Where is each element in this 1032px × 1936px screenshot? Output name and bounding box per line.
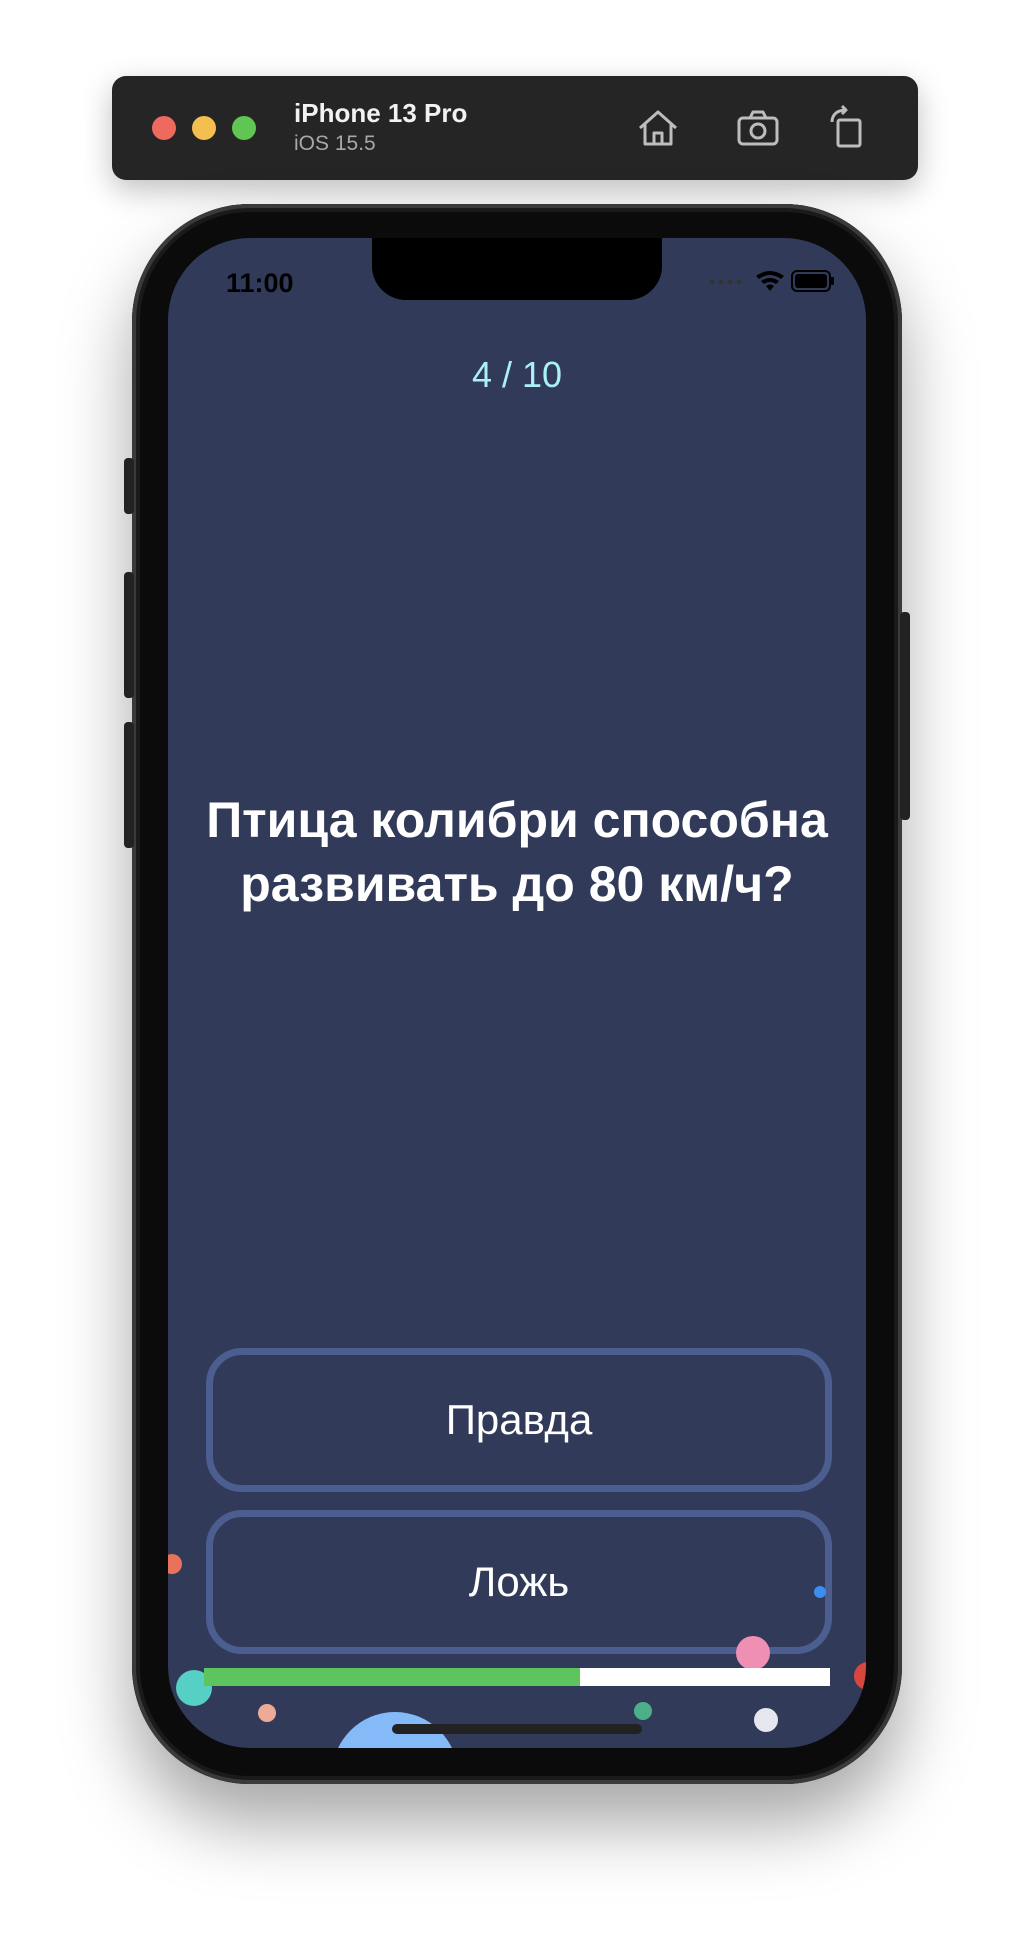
battery-icon (791, 270, 834, 292)
home-icon[interactable] (634, 104, 682, 152)
question-counter: 4 / 10 (471, 354, 563, 395)
quiz-progress-fill (204, 1668, 580, 1686)
signal-icon (709, 279, 742, 285)
notch (372, 238, 662, 300)
confetti-dot (814, 1586, 826, 1598)
zoom-window-button[interactable] (232, 116, 256, 140)
confetti-dot (754, 1708, 778, 1732)
confetti-dot (854, 1662, 866, 1690)
confetti-dot (634, 1702, 652, 1720)
confetti-dot (168, 1554, 182, 1574)
close-window-button[interactable] (152, 116, 176, 140)
home-indicator[interactable] (392, 1724, 642, 1734)
rotate-icon[interactable] (824, 104, 872, 152)
volume-up-button (124, 572, 134, 698)
confetti-dot (736, 1636, 770, 1670)
wifi-icon (756, 271, 784, 291)
app-screen: 11:00 4 / 10 Птица колибри способна разв… (168, 238, 866, 1748)
quiz-progress-bar (204, 1668, 830, 1686)
question-text: Птица колибри способна развивать до 80 к… (206, 792, 828, 912)
device-name: iPhone 13 Pro (294, 98, 468, 128)
simulator-toolbar: iPhone 13 Pro iOS 15.5 (112, 76, 918, 180)
false-answer-button[interactable]: Ложь (206, 1510, 832, 1654)
power-button (900, 612, 910, 820)
mute-switch (124, 458, 134, 514)
confetti-dot (258, 1704, 276, 1722)
status-time: 11:00 (226, 268, 294, 298)
minimize-window-button[interactable] (192, 116, 216, 140)
screenshot-icon[interactable] (734, 104, 782, 152)
volume-down-button (124, 722, 134, 848)
os-version: iOS 15.5 (294, 132, 376, 155)
status-icons (706, 266, 836, 296)
true-answer-button[interactable]: Правда (206, 1348, 832, 1492)
